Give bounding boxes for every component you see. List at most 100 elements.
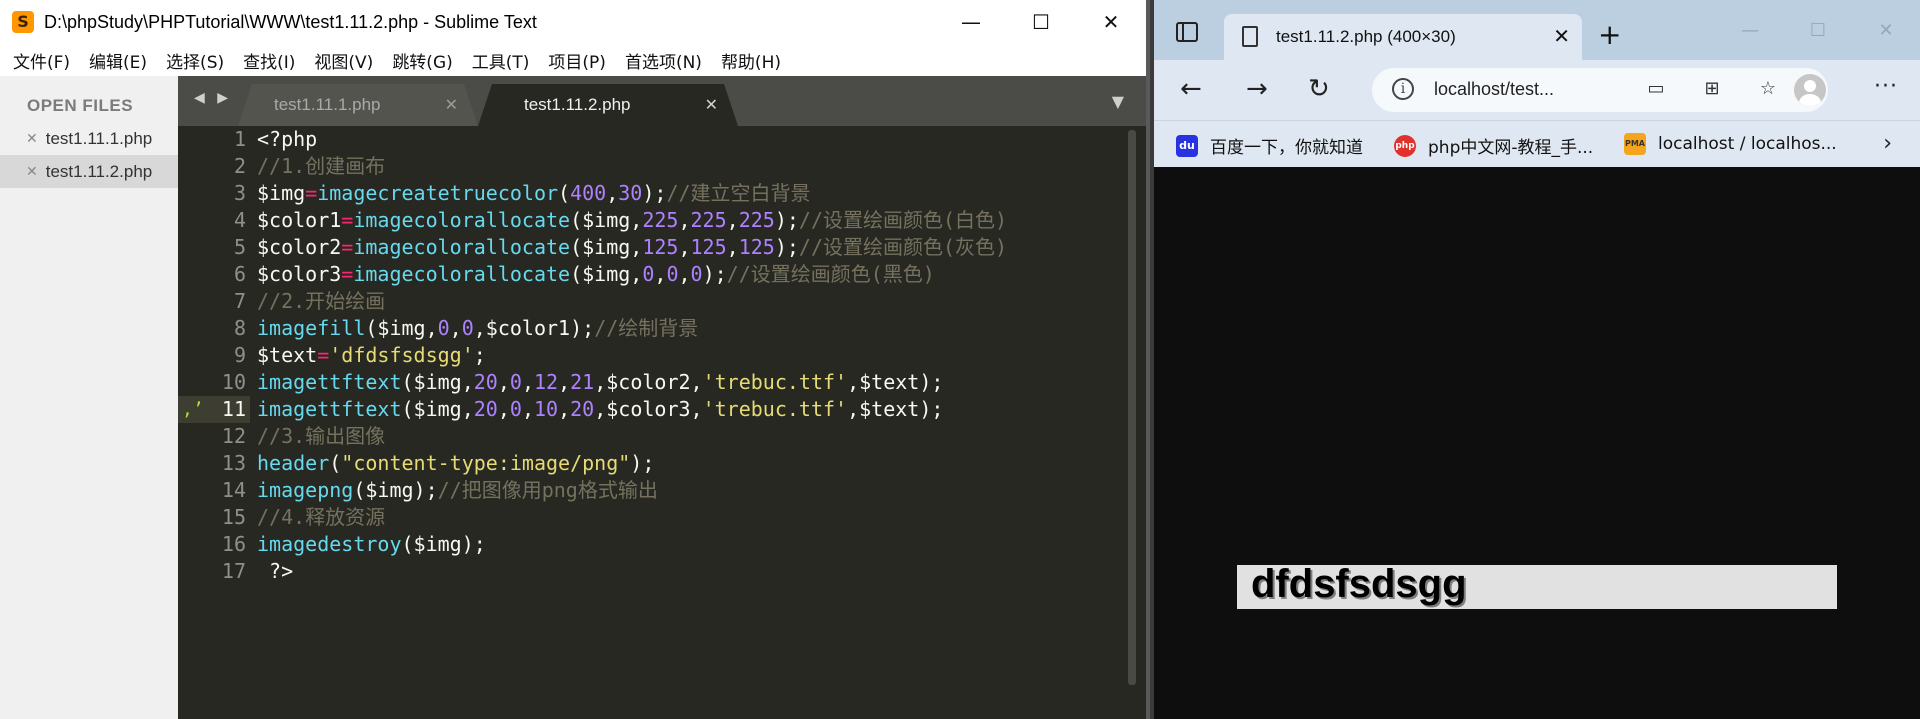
menu-goto[interactable]: 跳转(G) [392,48,452,73]
forward-arrow-icon[interactable]: → [1246,74,1268,104]
code-line[interactable]: imagettftext($img,20,0,12,21,$color2,'tr… [257,369,1007,396]
code-token: ( [329,451,342,475]
code-token: ); [702,262,727,286]
more-options-icon[interactable]: ··· [1874,74,1898,99]
code-line[interactable]: imagettftext($img,20,0,10,20,$color3,'tr… [257,396,1007,423]
code-token: , [497,370,510,394]
code-line[interactable]: $color3=imagecolorallocate($img,0,0,0);/… [257,261,1007,288]
maximize-icon[interactable]: ☐ [1784,0,1852,60]
code-area[interactable]: <?php//1.创建画布 $img=imagecreatetruecolor(4… [257,126,1007,585]
code-line[interactable]: $color1=imagecolorallocate($img,225,225,… [257,207,1007,234]
code-line[interactable]: imagefill($img,0,0,$color1);//绘制背景 [257,315,1007,342]
tab-close-icon[interactable]: ✕ [1553,24,1570,49]
code-token: 'dfdsfsdsgg' [329,343,474,367]
code-token: 20 [473,397,498,421]
code-token: 30 [618,181,643,205]
code-line[interactable]: //1.创建画布 [257,153,1007,180]
sublime-window: S D:\phpStudy\PHPTutorial\WWW\test1.11.2… [0,0,1150,719]
code-token: 20 [473,370,498,394]
code-token: 225 [690,208,727,232]
tab-close-icon[interactable]: ✕ [445,95,458,115]
sidebar-file-label: test1.11.2.php [45,161,153,181]
code-token: , [558,370,571,394]
document-icon [1242,26,1258,47]
line-number: 5 [233,235,246,259]
menu-tools[interactable]: 工具(T) [472,48,530,73]
code-token: ); [774,208,799,232]
menu-edit[interactable]: 编辑(E) [89,48,147,73]
refresh-icon[interactable]: ↻ [1308,74,1330,104]
code-line[interactable]: ?> [257,558,1007,585]
code-token: , [678,208,691,232]
code-token: ($img); [401,532,486,556]
code-line[interactable]: header("content-type:image/png"); [257,450,1007,477]
address-bar[interactable]: i localhost/test... ▭ ⊞ ☆ [1372,68,1828,112]
window-controls: — ☐ ✕ [936,0,1146,44]
menu-find[interactable]: 查找(I) [243,48,295,73]
minimize-icon[interactable]: — [1716,0,1784,60]
code-token: 0 [509,370,522,394]
code-line[interactable]: imagepng($img);//把图像用png格式输出 [257,477,1007,504]
tab-nav-arrows-icon[interactable]: ◀ ▶ [194,90,232,106]
code-token: , [654,262,667,286]
browser-chrome: test1.11.2.php (400×30) ✕ + — ☐ ✕ ← → ↻ … [1154,0,1920,167]
menu-project[interactable]: 项目(P) [548,48,606,73]
code-token: ?> [257,559,294,583]
add-favorite-icon[interactable]: ☆ [1756,78,1780,100]
code-line[interactable]: $img=imagecreatetruecolor(400,30);//建立空白… [257,180,1007,207]
code-editor[interactable]: 1 2 3 4 5 6 7 8 9 10 ‚ʼ 11 12 13 14 15 16 17 <?php//1.创建画… [178,126,1146,719]
menu-preferences[interactable]: 首选项(N) [625,48,702,73]
maximize-icon[interactable]: ☐ [1006,0,1076,44]
new-tab-button[interactable]: + [1598,18,1621,51]
close-file-icon[interactable]: ✕ [26,130,38,147]
code-token: //3.输出图像 [257,424,386,448]
menu-file[interactable]: 文件(F) [13,48,70,73]
menu-help[interactable]: 帮助(H) [721,48,781,73]
code-token: 'trebuc.ttf' [702,397,848,421]
bookmark-phpmyadmin[interactable]: PMA localhost / localhos... [1624,133,1837,155]
editor-scrollbar[interactable] [1128,130,1136,685]
browser-tab-active[interactable]: test1.11.2.php (400×30) ✕ [1224,14,1582,60]
code-token: "content-type:image/png" [341,451,631,475]
close-file-icon[interactable]: ✕ [26,163,38,180]
tab-dropdown-icon[interactable]: ▼ [1112,92,1124,111]
sidebar-file-item-active[interactable]: ✕ test1.11.2.php [0,155,178,188]
site-info-icon[interactable]: i [1392,78,1414,100]
code-line[interactable]: <?php [257,126,1007,153]
code-token: imagecolorallocate [353,208,571,232]
code-token: imagecreatetruecolor [317,181,559,205]
tab-test1-11-2[interactable]: test1.11.2.php ✕ [478,84,738,126]
minimize-icon[interactable]: — [936,0,1006,44]
back-arrow-icon[interactable]: ← [1180,74,1202,104]
bookmark-php-cn[interactable]: php php中文网-教程_手... [1394,133,1593,158]
code-token: ); [642,181,667,205]
code-token: ($img, [570,235,643,259]
code-line[interactable]: $color2=imagecolorallocate($img,125,125,… [257,234,1007,261]
code-line[interactable]: //3.输出图像 [257,423,1007,450]
tab-actions-icon[interactable] [1176,22,1198,42]
bookmark-baidu[interactable]: du 百度一下，你就知道 [1176,133,1363,158]
window-title: D:\phpStudy\PHPTutorial\WWW\test1.11.2.p… [44,11,537,32]
close-icon[interactable]: ✕ [1076,0,1146,44]
app-available-icon[interactable]: ▭ [1644,78,1668,100]
code-token: //绘制背景 [594,316,699,340]
menu-selection[interactable]: 选择(S) [166,48,224,73]
profile-avatar[interactable] [1794,74,1826,106]
sidebar-file-item[interactable]: ✕ test1.11.1.php [0,122,178,155]
tab-test1-11-1[interactable]: test1.11.1.php ✕ [238,84,478,126]
menu-view[interactable]: 视图(V) [314,48,373,73]
extensions-icon[interactable]: ⊞ [1700,78,1724,100]
baidu-icon: du [1176,134,1198,157]
url-text[interactable]: localhost/test... [1434,79,1554,100]
chevron-right-icon[interactable]: › [1883,131,1892,156]
code-line[interactable]: //4.释放资源 [257,504,1007,531]
line-number: 15 [221,505,246,529]
code-line[interactable]: $text='dfdsfsdsgg'; [257,342,1007,369]
code-line[interactable]: //2.开始绘画 [257,288,1007,315]
code-token: 225 [642,208,679,232]
code-line[interactable]: imagedestroy($img); [257,531,1007,558]
bookmark-label: 百度一下，你就知道 [1210,138,1363,158]
code-token: //设置绘画颜色(白色) [798,208,1008,232]
tab-close-icon[interactable]: ✕ [705,95,718,115]
close-icon[interactable]: ✕ [1852,0,1920,60]
